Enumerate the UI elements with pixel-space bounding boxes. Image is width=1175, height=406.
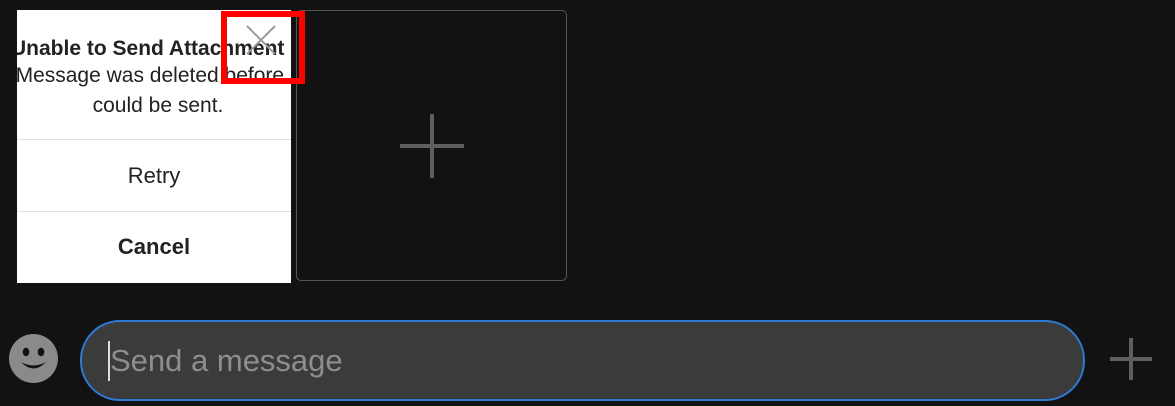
close-attachment-button[interactable] bbox=[243, 23, 279, 57]
alert-divider bbox=[17, 139, 291, 140]
add-attachment-button[interactable] bbox=[1108, 336, 1154, 382]
retry-button[interactable]: Retry bbox=[17, 163, 291, 189]
plus-icon bbox=[400, 114, 464, 178]
message-input[interactable] bbox=[80, 320, 1085, 401]
cancel-button[interactable]: Cancel bbox=[17, 234, 291, 260]
alert-message: Message was deleted before it could be s… bbox=[17, 64, 291, 117]
close-icon bbox=[246, 25, 276, 55]
text-caret bbox=[108, 341, 110, 381]
smiley-icon bbox=[9, 334, 58, 383]
alert-divider bbox=[17, 211, 291, 212]
emoji-button[interactable] bbox=[9, 334, 58, 383]
plus-icon bbox=[1110, 338, 1152, 380]
add-attachment-tile[interactable] bbox=[296, 10, 567, 281]
chat-screen: Unable to Send Attachment Message was de… bbox=[0, 0, 1175, 406]
